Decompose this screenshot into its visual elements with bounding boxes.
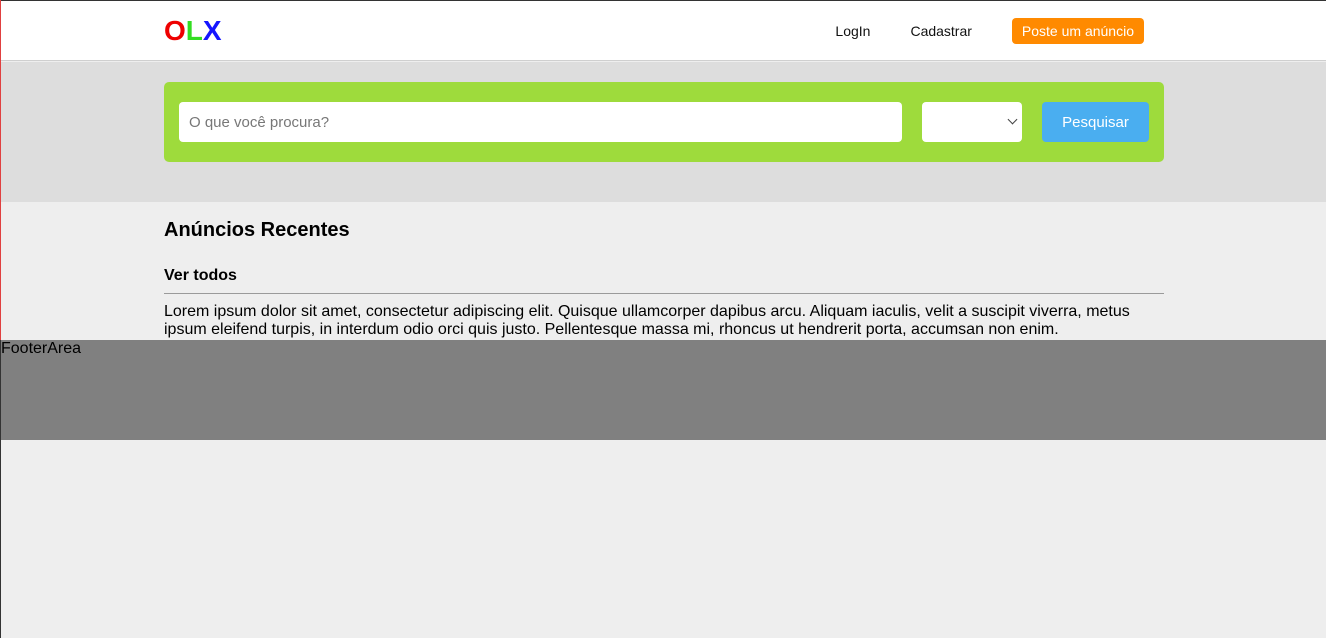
search-area: Pesquisar: [0, 62, 1326, 202]
search-button[interactable]: Pesquisar: [1042, 102, 1149, 142]
site-header: OLX LogIn Cadastrar Poste um anúncio: [0, 1, 1326, 61]
logo-letter-o: O: [164, 15, 186, 46]
login-link[interactable]: LogIn: [835, 23, 870, 39]
logo-letter-l: L: [185, 15, 203, 46]
chevron-down-icon: [1007, 114, 1018, 125]
footer-area: FooterArea: [0, 340, 1326, 440]
register-link[interactable]: Cadastrar: [910, 23, 971, 39]
olx-logo[interactable]: OLX: [164, 15, 222, 47]
body-text: Lorem ipsum dolor sit amet, consectetur …: [164, 303, 1130, 338]
search-panel: Pesquisar: [164, 82, 1164, 162]
see-all-heading: Ver todos: [164, 267, 237, 284]
state-select[interactable]: [922, 102, 1022, 142]
header-nav: LogIn Cadastrar Poste um anúncio: [795, 18, 1144, 44]
main-content: Anúncios Recentes Ver todos Lorem ipsum …: [164, 202, 1164, 339]
logo-letter-x: X: [202, 15, 222, 46]
window-left-border: [0, 0, 1, 638]
footer-label: FooterArea: [1, 340, 82, 357]
page-title: Anúncios Recentes: [164, 219, 350, 241]
divider: [164, 293, 1164, 294]
post-ad-button[interactable]: Poste um anúncio: [1011, 18, 1144, 44]
search-input[interactable]: [179, 102, 902, 142]
